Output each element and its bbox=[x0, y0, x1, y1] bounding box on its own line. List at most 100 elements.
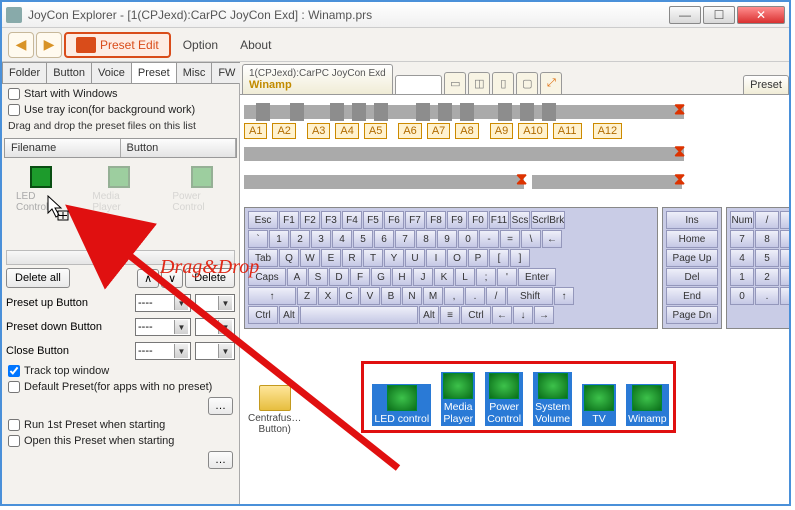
marker-icon[interactable]: ⧗ bbox=[674, 147, 684, 161]
tab-preset-right[interactable]: Preset bbox=[743, 75, 789, 94]
close-button-combo2[interactable]: ▼ bbox=[195, 342, 235, 360]
key[interactable]: ≡ bbox=[440, 306, 460, 324]
timeline-bar-3a[interactable]: ⧗ bbox=[244, 175, 524, 189]
maximize-button[interactable]: ☐ bbox=[703, 6, 735, 24]
key[interactable]: ] bbox=[510, 249, 530, 267]
col-filename[interactable]: Filename bbox=[5, 139, 121, 157]
key[interactable]: 4 bbox=[730, 249, 754, 267]
key[interactable]: 9 bbox=[780, 230, 789, 248]
marker-icon[interactable]: ⧗ bbox=[516, 175, 526, 189]
key[interactable]: 9 bbox=[437, 230, 457, 248]
key[interactable]: T bbox=[363, 249, 383, 267]
move-up-button[interactable]: ∧ bbox=[137, 269, 159, 288]
blank-tab[interactable] bbox=[395, 75, 443, 94]
key[interactable]: F7 bbox=[405, 211, 425, 229]
key[interactable]: G bbox=[371, 268, 391, 286]
tool-icon-2[interactable]: ◫ bbox=[468, 72, 490, 94]
ins-block[interactable]: InsHomePage UpDelEndPage Dn bbox=[662, 207, 722, 329]
folder-item[interactable]: Centrafus… Button) bbox=[248, 385, 301, 435]
key[interactable]: Q bbox=[279, 249, 299, 267]
key[interactable]: C bbox=[339, 287, 359, 305]
key[interactable]: F5 bbox=[363, 211, 383, 229]
key[interactable]: Home bbox=[666, 230, 718, 248]
key[interactable]: Ctrl bbox=[248, 306, 278, 324]
key[interactable]: 6 bbox=[780, 249, 789, 267]
use-tray-checkbox[interactable]: Use tray icon(for background work) bbox=[4, 102, 237, 118]
key[interactable]: 4 bbox=[332, 230, 352, 248]
close-button-combo[interactable]: ----▼ bbox=[135, 342, 191, 360]
file-led[interactable]: LED control bbox=[372, 384, 431, 426]
run-1st-checkbox[interactable]: Run 1st Preset when starting bbox=[4, 417, 237, 433]
key[interactable]: F3 bbox=[321, 211, 341, 229]
key[interactable]: O bbox=[447, 249, 467, 267]
key[interactable]: Shift bbox=[507, 287, 553, 305]
key[interactable]: Num bbox=[730, 211, 754, 229]
key[interactable]: . bbox=[465, 287, 485, 305]
numpad[interactable]: Num/*-789+456123En0.tr bbox=[726, 207, 789, 329]
key[interactable]: M bbox=[423, 287, 443, 305]
timeline-bar-3b[interactable]: ⧗ bbox=[532, 175, 682, 189]
preset-up-combo[interactable]: ----▼ bbox=[135, 294, 191, 312]
key[interactable]: F9 bbox=[447, 211, 467, 229]
tab-button[interactable]: Button bbox=[46, 62, 92, 83]
key[interactable]: , bbox=[444, 287, 464, 305]
key[interactable]: → bbox=[534, 306, 554, 324]
file-tv[interactable]: TV bbox=[582, 384, 616, 426]
key[interactable]: Esc bbox=[248, 211, 278, 229]
key[interactable]: ↑ bbox=[248, 287, 296, 305]
key[interactable]: ScrlBrk bbox=[531, 211, 565, 229]
key[interactable]: ↑ bbox=[554, 287, 574, 305]
tag-a1[interactable]: A1 bbox=[244, 123, 267, 139]
key[interactable]: P bbox=[468, 249, 488, 267]
key[interactable]: ← bbox=[492, 306, 512, 324]
tag-a12[interactable]: A12 bbox=[593, 123, 623, 139]
open-this-checkbox[interactable]: Open this Preset when starting bbox=[4, 433, 237, 449]
key[interactable]: ` bbox=[248, 230, 268, 248]
timeline-bar-1[interactable]: ⧗ bbox=[244, 105, 684, 119]
tag-a11[interactable]: A11 bbox=[553, 123, 582, 139]
tab-misc[interactable]: Misc bbox=[176, 62, 213, 83]
key[interactable]: 7 bbox=[730, 230, 754, 248]
key[interactable]: 6 bbox=[374, 230, 394, 248]
key[interactable]: - bbox=[479, 230, 499, 248]
tag-a3[interactable]: A3 bbox=[307, 123, 330, 139]
file-system[interactable]: System Volume bbox=[533, 372, 572, 426]
key[interactable]: L bbox=[455, 268, 475, 286]
key[interactable]: 1 bbox=[269, 230, 289, 248]
tab-preset[interactable]: Preset bbox=[131, 62, 177, 83]
key[interactable]: 8 bbox=[416, 230, 436, 248]
key[interactable]: Tab bbox=[248, 249, 278, 267]
tag-a4[interactable]: A4 bbox=[335, 123, 358, 139]
key[interactable]: 0 bbox=[730, 287, 754, 305]
key[interactable]: B bbox=[381, 287, 401, 305]
file-media[interactable]: Media Player bbox=[441, 372, 475, 426]
key[interactable]: tr bbox=[780, 287, 789, 305]
option-button[interactable]: Option bbox=[173, 32, 228, 58]
key[interactable]: F bbox=[350, 268, 370, 286]
tag-a9[interactable]: A9 bbox=[490, 123, 513, 139]
key[interactable]: A bbox=[287, 268, 307, 286]
key[interactable]: 2 bbox=[755, 268, 779, 286]
marker-icon[interactable]: ⧗ bbox=[674, 105, 684, 119]
key[interactable]: D bbox=[329, 268, 349, 286]
key[interactable]: 0 bbox=[458, 230, 478, 248]
key[interactable]: Enter bbox=[518, 268, 556, 286]
key[interactable]: / bbox=[486, 287, 506, 305]
key[interactable]: S bbox=[308, 268, 328, 286]
marker-icon[interactable]: ⧗ bbox=[674, 175, 684, 189]
key[interactable]: Ins bbox=[666, 211, 718, 229]
key[interactable]: 5 bbox=[353, 230, 373, 248]
key[interactable]: Z bbox=[297, 287, 317, 305]
key[interactable]: 8 bbox=[755, 230, 779, 248]
track-top-checkbox[interactable]: Track top window bbox=[4, 363, 237, 379]
key[interactable]: N bbox=[402, 287, 422, 305]
preset-edit-button[interactable]: Preset Edit bbox=[64, 32, 171, 58]
key[interactable]: I bbox=[426, 249, 446, 267]
key[interactable]: R bbox=[342, 249, 362, 267]
key[interactable]: K bbox=[434, 268, 454, 286]
tag-a6[interactable]: A6 bbox=[398, 123, 421, 139]
key[interactable]: U bbox=[405, 249, 425, 267]
nav-forward-button[interactable]: ▶ bbox=[36, 32, 62, 58]
key[interactable]: ' bbox=[497, 268, 517, 286]
move-down-button[interactable]: ∨ bbox=[161, 269, 183, 288]
